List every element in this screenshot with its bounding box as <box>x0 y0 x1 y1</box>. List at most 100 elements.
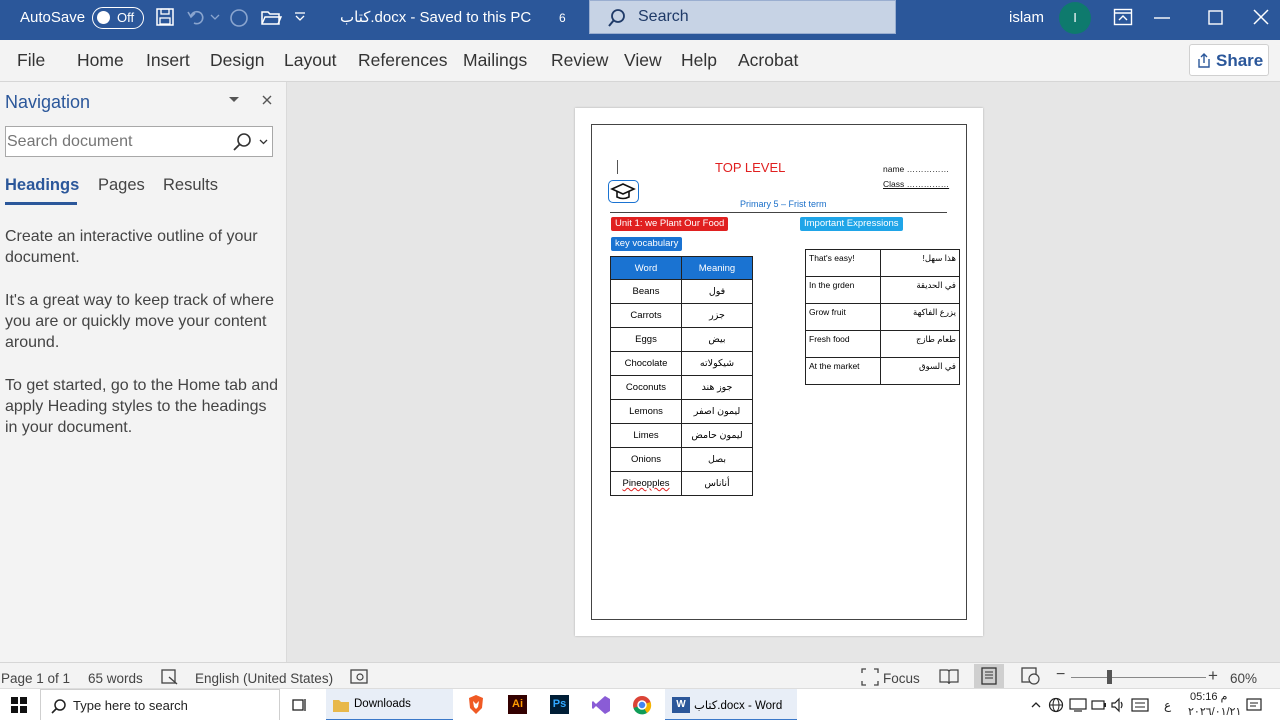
zoom-in-button[interactable]: + <box>1208 666 1218 686</box>
active-tab-underline <box>5 202 77 205</box>
expression-arabic: هذا سهل! <box>880 249 960 277</box>
navigation-search-field[interactable] <box>5 126 273 157</box>
volume-icon[interactable] <box>1110 697 1126 713</box>
tab-help[interactable]: Help <box>681 50 717 71</box>
tab-results[interactable]: Results <box>163 176 218 195</box>
unit-label: Unit 1: we Plant Our Food <box>611 217 729 231</box>
table-row: Eggs بيض <box>610 327 753 352</box>
expression-english: That's easy! <box>805 249 881 277</box>
word-count[interactable]: 65 words <box>88 671 143 686</box>
document-title-top-level: TOP LEVEL <box>715 160 786 175</box>
chrome-icon[interactable] <box>632 695 652 715</box>
navigation-search-input[interactable] <box>7 131 222 153</box>
ribbon-display-options-icon[interactable] <box>1113 8 1133 26</box>
windows-taskbar: Type here to search Downloads Ai Ps W كت… <box>0 688 1280 720</box>
divider <box>610 212 947 213</box>
zoom-slider-thumb[interactable] <box>1107 670 1112 684</box>
tab-mailings[interactable]: Mailings <box>463 50 527 71</box>
table-row: At the market في السوق <box>805 357 960 385</box>
search-icon[interactable] <box>232 132 252 152</box>
minimize-icon[interactable] <box>1154 16 1170 20</box>
task-view-icon[interactable] <box>292 697 308 713</box>
input-language-indicator[interactable]: ع <box>1164 698 1171 712</box>
focus-icon[interactable] <box>861 668 879 686</box>
share-button[interactable]: Share <box>1189 44 1269 76</box>
tab-review[interactable]: Review <box>551 50 608 71</box>
brave-browser-icon[interactable] <box>467 695 485 715</box>
clock-date[interactable]: ٢٠٢٦/٠١/٢١ <box>1188 705 1241 718</box>
zoom-slider-track[interactable] <box>1071 677 1206 678</box>
search-icon <box>51 699 66 714</box>
document-title[interactable]: كتاب.docx - Saved to this PC <box>340 0 531 40</box>
tab-layout[interactable]: Layout <box>284 50 337 71</box>
accessibility-icon[interactable] <box>350 669 370 685</box>
web-layout-icon[interactable] <box>1021 667 1041 685</box>
autosave-toggle[interactable]: Off <box>92 7 144 29</box>
taskbar-search-box[interactable]: Type here to search <box>40 689 280 720</box>
undo-dropdown-icon[interactable] <box>210 14 220 22</box>
proofing-icon[interactable] <box>161 669 179 685</box>
title-search-box[interactable]: Search <box>589 0 896 34</box>
open-folder-icon[interactable] <box>260 8 282 26</box>
battery-icon[interactable] <box>1091 698 1107 712</box>
vocab-meaning: فول <box>681 279 753 304</box>
redo-icon[interactable] <box>228 7 250 29</box>
read-mode-icon[interactable] <box>939 668 959 685</box>
table-row: Carrots جزر <box>610 303 753 328</box>
navigation-pane: Navigation Headings Pages Results Create… <box>0 82 287 662</box>
navigation-title: Navigation <box>5 92 91 112</box>
network-icon[interactable] <box>1069 698 1087 712</box>
search-icon <box>608 9 625 27</box>
tab-home[interactable]: Home <box>77 50 124 71</box>
title-bar: AutoSave Off كتاب.docx - Saved to this P… <box>0 0 1280 40</box>
tab-file[interactable]: File <box>17 50 45 71</box>
tab-insert[interactable]: Insert <box>146 50 190 71</box>
vocab-meaning: بصل <box>681 447 753 472</box>
illustrator-icon[interactable]: Ai <box>508 695 527 714</box>
zoom-out-button[interactable]: − <box>1056 666 1065 684</box>
pane-options-icon[interactable] <box>229 97 239 103</box>
avatar[interactable]: I <box>1059 2 1091 34</box>
tab-acrobat[interactable]: Acrobat <box>738 50 798 71</box>
tab-pages[interactable]: Pages <box>98 176 145 195</box>
globe-icon[interactable] <box>1048 697 1064 713</box>
expression-english: At the market <box>805 357 881 385</box>
visual-studio-icon[interactable] <box>591 695 611 715</box>
clock-time[interactable]: 05:16 م <box>1190 690 1227 703</box>
vocab-word: Pineopples <box>610 471 682 496</box>
vocab-word: Onions <box>610 447 682 472</box>
table-row: Chocolate شيكولاته <box>610 351 753 376</box>
notifications-icon[interactable] <box>1246 697 1262 713</box>
user-name[interactable]: islam <box>1009 0 1044 40</box>
navigation-help-text-3: To get started, go to the Home tab and a… <box>5 377 279 436</box>
close-icon[interactable] <box>1253 9 1269 25</box>
vocab-meaning: جزر <box>681 303 753 328</box>
save-icon[interactable] <box>155 7 175 27</box>
chevron-up-icon[interactable] <box>1031 701 1041 709</box>
taskbar-downloads[interactable]: Downloads <box>326 689 453 720</box>
keyboard-icon[interactable] <box>1131 698 1149 712</box>
print-layout-icon[interactable] <box>981 667 997 685</box>
taskbar-word-window[interactable]: W كتاب.docx - Word <box>665 689 797 720</box>
vocab-meaning: ليمون حامض <box>681 423 753 448</box>
table-row: Coconuts جوز هند <box>610 375 753 400</box>
chevron-down-icon[interactable] <box>259 139 268 145</box>
share-icon <box>1198 53 1210 68</box>
vocabulary-table: Word Meaning Beans فول Carrots جزر Eggs بيض … <box>610 256 753 496</box>
language-indicator[interactable]: English (United States) <box>195 671 333 686</box>
undo-icon[interactable] <box>186 8 206 26</box>
page-count[interactable]: Page 1 of 1 <box>1 671 70 686</box>
maximize-icon[interactable] <box>1208 10 1224 26</box>
close-pane-icon[interactable] <box>262 95 272 105</box>
zoom-level[interactable]: 60% <box>1230 671 1257 686</box>
customize-toolbar-icon[interactable] <box>294 12 306 22</box>
tab-design[interactable]: Design <box>210 50 264 71</box>
tab-references[interactable]: References <box>358 50 448 71</box>
focus-label[interactable]: Focus <box>883 671 920 686</box>
vocab-word: Chocolate <box>610 351 682 376</box>
name-field: name …………… <box>883 164 950 174</box>
tab-view[interactable]: View <box>624 50 662 71</box>
tab-headings[interactable]: Headings <box>5 176 79 195</box>
photoshop-icon[interactable]: Ps <box>550 695 569 714</box>
windows-start-icon[interactable] <box>11 697 27 713</box>
